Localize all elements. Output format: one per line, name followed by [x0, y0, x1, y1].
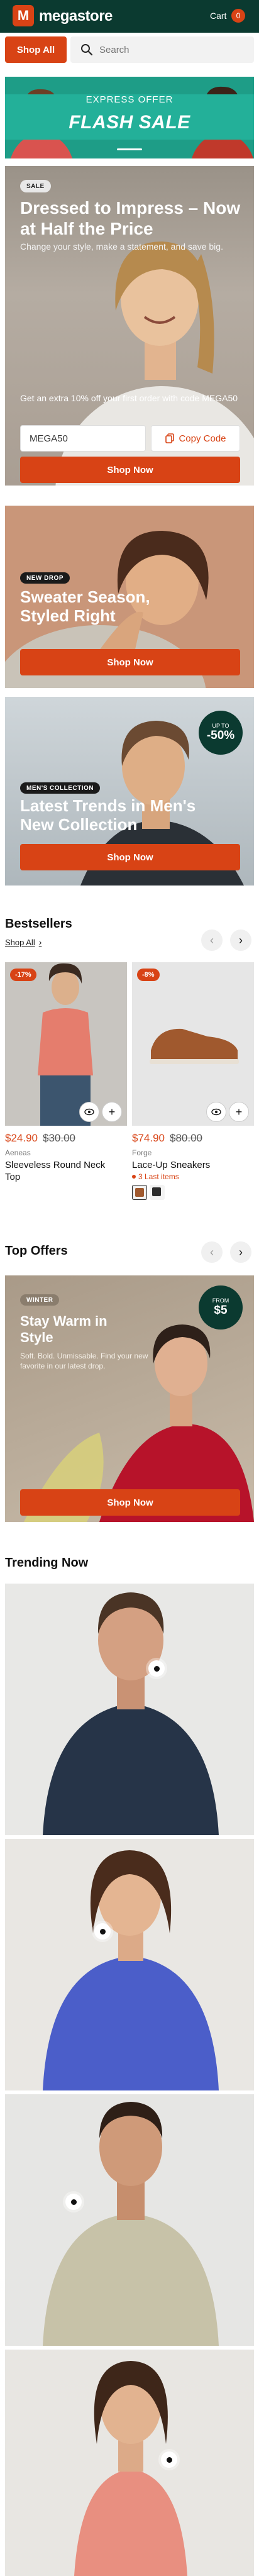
product-hotspot[interactable] [161, 2451, 177, 2468]
carousel-next-button[interactable]: › [230, 1241, 251, 1263]
sneakers-image [150, 1028, 239, 1064]
cart-link[interactable]: Cart [210, 11, 226, 21]
swatch-brown [135, 1188, 144, 1197]
bestsellers-title: Bestsellers [5, 917, 72, 931]
flash-sale-kicker: EXPRESS OFFER [85, 94, 174, 105]
badge-value: -50% [206, 729, 235, 742]
chevron-left-icon: ‹ [210, 1245, 214, 1258]
product-hotspot[interactable] [94, 1923, 111, 1940]
shop-all-button[interactable]: Shop All [5, 36, 67, 63]
trending-image-4[interactable] [5, 2350, 254, 2576]
from-price-badge: FROM $5 [199, 1285, 243, 1330]
price-row: $24.90 $30.00 [5, 1132, 75, 1145]
promo-subtitle: Change your style, make a statement, and… [20, 242, 223, 252]
flash-sale-title: FLASH SALE [69, 112, 190, 133]
original-price: $30.00 [43, 1132, 75, 1144]
color-swatch[interactable] [150, 1185, 165, 1200]
original-price: $80.00 [170, 1132, 202, 1144]
bestsellers-shop-all-link[interactable]: Shop All › [5, 937, 41, 947]
promo-title: Stay Warm in Style [20, 1313, 107, 1345]
product-name[interactable]: Lace-Up Sneakers [132, 1159, 249, 1171]
product-name[interactable]: Sleeveless Round Neck Top [5, 1159, 122, 1183]
swatch-black [152, 1187, 161, 1196]
plus-icon: + [108, 1105, 116, 1118]
promo-code-field[interactable] [20, 425, 146, 452]
copy-code-button[interactable]: Copy Code [151, 425, 240, 452]
man-beige-tee-image [43, 2102, 219, 2346]
sale-pill: SALE [20, 180, 51, 192]
product-hotspot[interactable] [65, 2194, 82, 2210]
discount-badge: UP TO -50% [199, 711, 243, 755]
product-image[interactable] [132, 962, 254, 1126]
discount-badge: -17% [10, 969, 36, 981]
shop-all-label: Shop All [5, 937, 35, 947]
sleeveless-top-image [38, 963, 93, 1126]
trending-image-2[interactable] [5, 1839, 254, 2090]
eye-icon [211, 1108, 221, 1116]
chevron-right-icon: › [239, 1245, 243, 1258]
color-swatch-selected[interactable] [132, 1185, 147, 1200]
trending-image-3[interactable] [5, 2094, 254, 2346]
stock-text: 3 Last items [138, 1172, 179, 1181]
badge-top-text: UP TO [212, 723, 229, 729]
chevron-right-icon: › [239, 933, 243, 947]
product-hotspot[interactable] [148, 1660, 165, 1677]
promo-title: Latest Trends in Men's New Collection [20, 796, 196, 834]
add-to-cart-button[interactable]: + [229, 1102, 249, 1122]
hotspot-dot-icon [153, 1665, 160, 1672]
product-image[interactable] [5, 962, 127, 1126]
woman-blue-cardigan-image [43, 1850, 219, 2090]
price-row: $74.90 $80.00 [132, 1132, 202, 1145]
promo-code-text: Get an extra 10% off your first order wi… [20, 393, 238, 403]
badge-value: $5 [214, 1304, 228, 1317]
new-drop-pill: NEW DROP [20, 572, 70, 584]
shop-now-button[interactable]: Shop Now [20, 457, 240, 483]
carousel-prev-button[interactable]: ‹ [201, 1241, 223, 1263]
carousel-prev-button[interactable]: ‹ [201, 930, 223, 951]
search-input[interactable] [98, 38, 249, 62]
man-navy-tee-image [43, 1592, 219, 1835]
product-brand: Forge [132, 1148, 152, 1157]
stock-indicator: 3 Last items [132, 1172, 179, 1181]
trending-image-1[interactable] [5, 1584, 254, 1835]
promo-title: Dressed to Impress – Now at Half the Pri… [20, 198, 241, 238]
woman-coral-tank-image [74, 2361, 187, 2576]
promo-subtitle: Soft. Bold. Unmissable. Find your new fa… [20, 1352, 148, 1370]
cart-count-badge: 0 [231, 9, 245, 23]
copy-code-label: Copy Code [179, 433, 226, 444]
hotspot-dot-icon [166, 2457, 172, 2463]
mens-collection-pill: MEN'S COLLECTION [20, 782, 101, 794]
copy-icon [165, 433, 175, 443]
chevron-left-icon: ‹ [210, 933, 214, 947]
brand-name[interactable]: megastore [39, 8, 113, 25]
product-brand: Aeneas [5, 1148, 31, 1157]
shop-now-button[interactable]: Shop Now [20, 844, 240, 870]
quick-view-button[interactable] [206, 1102, 226, 1122]
sale-price: $74.90 [132, 1132, 165, 1144]
sale-price: $24.90 [5, 1132, 38, 1144]
quick-view-button[interactable] [79, 1102, 99, 1122]
stock-dot-icon [132, 1175, 136, 1179]
shop-now-button[interactable]: Shop Now [20, 649, 240, 675]
badge-top-text: FROM [212, 1297, 229, 1304]
carousel-next-button[interactable]: › [230, 930, 251, 951]
shop-now-button[interactable]: Shop Now [20, 1489, 240, 1516]
winter-pill: WINTER [20, 1294, 60, 1306]
carousel-indicator[interactable] [117, 148, 142, 150]
logo-icon[interactable]: M [13, 5, 34, 26]
hotspot-dot-icon [99, 1928, 106, 1935]
search-icon[interactable] [80, 43, 93, 56]
top-offers-title: Top Offers [5, 1244, 68, 1258]
chevron-right-icon: › [38, 937, 42, 947]
hotspot-dot-icon [70, 2199, 77, 2205]
promo-title: Sweater Season, Styled Right [20, 587, 150, 625]
discount-badge: -8% [137, 969, 160, 981]
plus-icon: + [235, 1105, 243, 1118]
trending-title: Trending Now [5, 1556, 89, 1570]
eye-icon [84, 1108, 94, 1116]
add-to-cart-button[interactable]: + [102, 1102, 122, 1122]
